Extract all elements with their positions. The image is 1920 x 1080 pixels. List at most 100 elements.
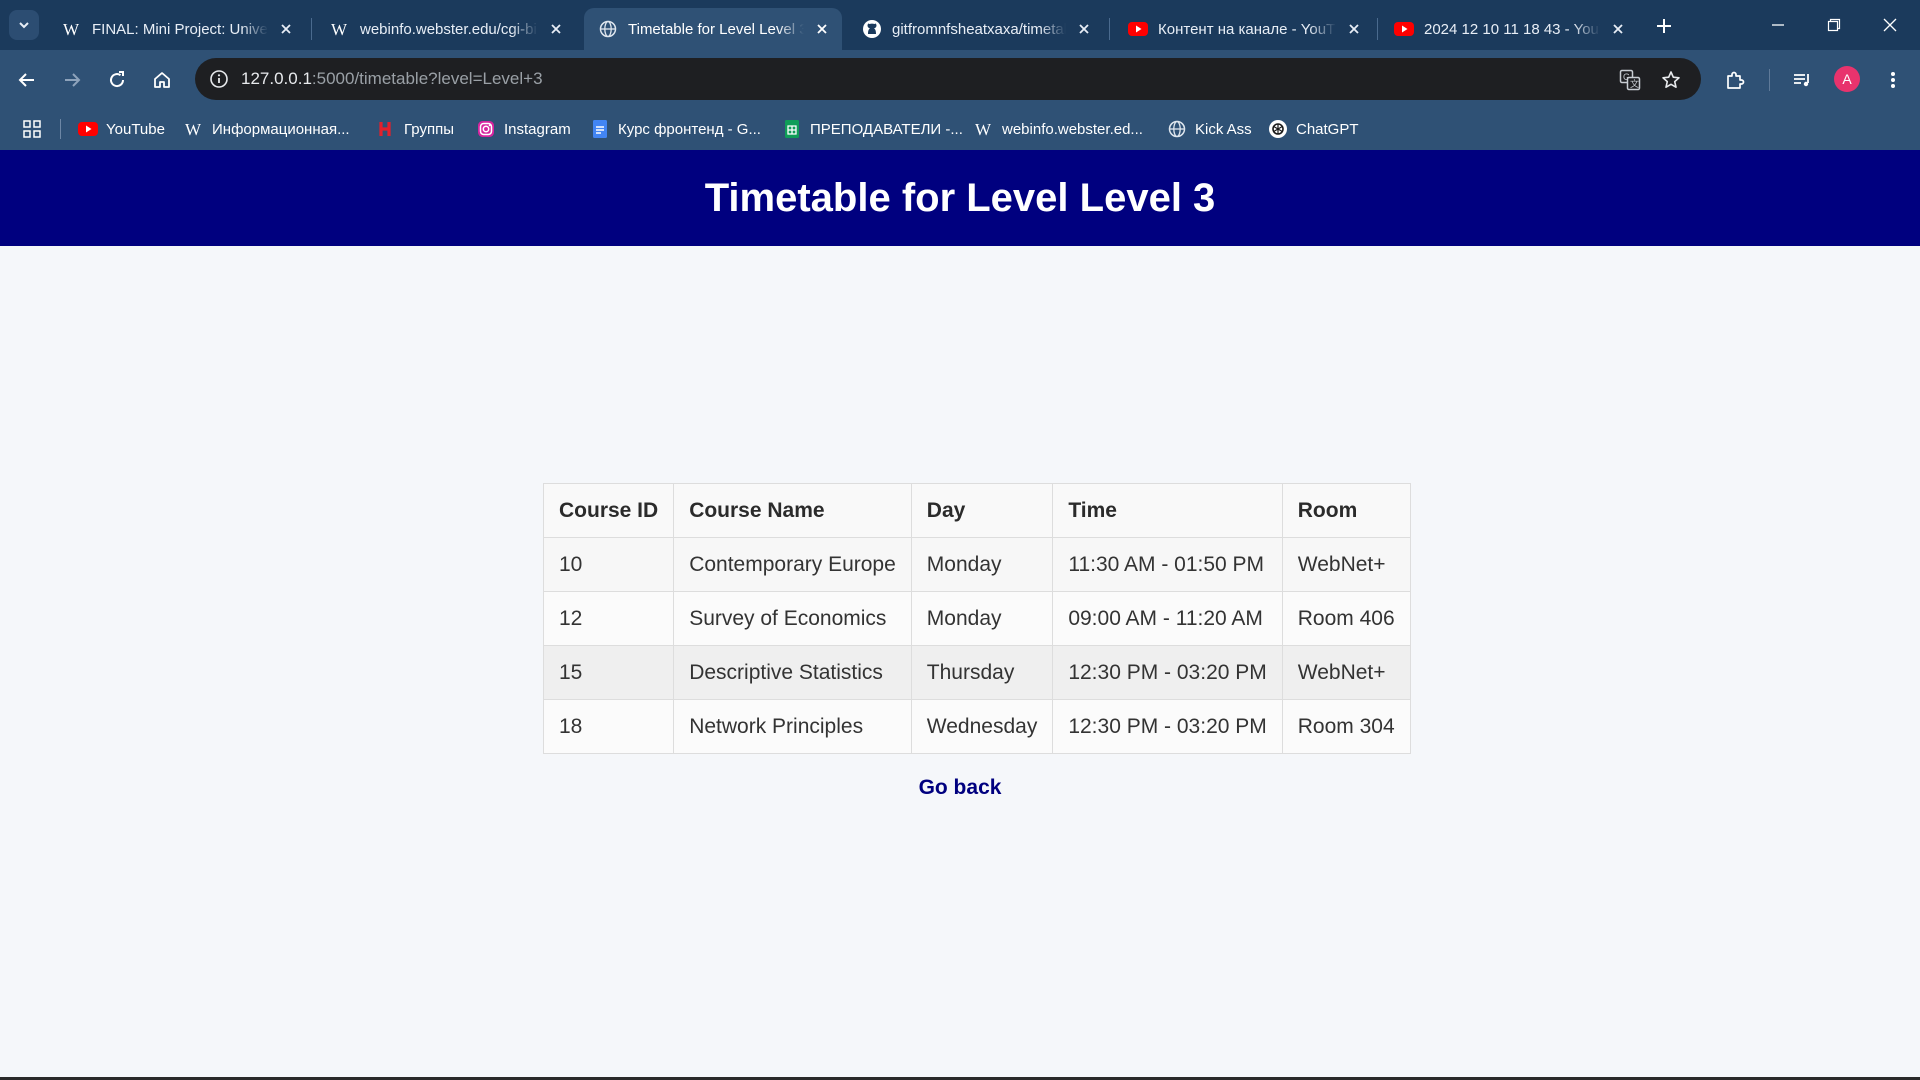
course-id-cell: 15 xyxy=(542,645,675,700)
arrow-left-icon xyxy=(18,73,34,87)
instagram-icon xyxy=(476,119,496,139)
url-text[interactable]: 127.0.0.1:5000/timetable?level=Level+3 xyxy=(241,69,543,89)
room-cell: WebNet+ xyxy=(1281,537,1411,592)
restore-button[interactable] xyxy=(1806,0,1862,50)
bookmark-item[interactable]: ПРЕПОДАВАТЕЛИ -... xyxy=(782,114,963,144)
column-header: Room xyxy=(1281,483,1411,538)
bookmark-label: Instagram xyxy=(504,120,571,138)
tab-title: webinfo.webster.edu/cgi-bin xyxy=(360,20,538,38)
kebab-menu-icon xyxy=(1891,72,1895,88)
extensions-button[interactable] xyxy=(1718,63,1752,97)
page-header: Timetable for Level Level 3 xyxy=(0,150,1920,246)
bookmark-item[interactable]: Группы xyxy=(376,114,454,144)
apps-button[interactable] xyxy=(20,117,44,141)
menu-button[interactable] xyxy=(1876,63,1910,97)
close-window-button[interactable] xyxy=(1862,0,1918,50)
bookmark-item[interactable]: Курс фронтенд - G... xyxy=(590,114,761,144)
bookmark-item[interactable]: Instagram xyxy=(476,114,571,144)
room-cell: Room 406 xyxy=(1281,591,1411,646)
close-icon[interactable] xyxy=(546,19,566,39)
close-icon[interactable] xyxy=(276,19,296,39)
course-name-cell: Network Principles xyxy=(673,699,912,754)
close-icon[interactable] xyxy=(812,19,832,39)
course-id-cell: 12 xyxy=(542,591,675,646)
close-icon xyxy=(1883,18,1897,32)
site-info-button[interactable] xyxy=(203,63,235,95)
toolbar-separator xyxy=(1769,69,1770,91)
tab-item[interactable]: Контент на канале - YouTube xyxy=(1114,8,1374,50)
bookmark-label: Курс фронтенд - G... xyxy=(618,120,761,138)
table-row: 15 Descriptive Statistics Thursday 12:30… xyxy=(542,645,1411,700)
close-icon[interactable] xyxy=(1074,19,1094,39)
minimize-button[interactable] xyxy=(1750,0,1806,50)
close-icon[interactable] xyxy=(1608,19,1628,39)
star-icon xyxy=(1662,71,1680,88)
tab-item[interactable]: 2024 12 10 11 18 43 - YouTube xyxy=(1380,8,1638,50)
bookmark-label: ПРЕПОДАВАТЕЛИ -... xyxy=(810,120,963,138)
wiki-w-icon: W xyxy=(62,19,82,39)
column-header: Course ID xyxy=(542,483,675,538)
tab-item[interactable]: gitfromnfsheatxaxa/timetable xyxy=(848,8,1104,50)
arrow-right-icon xyxy=(65,73,81,87)
room-cell: WebNet+ xyxy=(1281,645,1411,700)
tab-separator xyxy=(1377,18,1378,40)
tab-title: Контент на канале - YouTube xyxy=(1158,20,1336,38)
media-controls-button[interactable] xyxy=(1785,63,1819,97)
bookmark-label: YouTube xyxy=(106,120,165,138)
course-id-cell: 10 xyxy=(542,537,675,592)
go-back-container: Go back xyxy=(0,776,1920,800)
tab-item[interactable]: W webinfo.webster.edu/cgi-bin xyxy=(316,8,576,50)
bookmark-item[interactable]: YouTube xyxy=(78,114,165,144)
bookmark-item[interactable]: ChatGPT xyxy=(1268,114,1359,144)
youtube-icon xyxy=(1128,19,1148,39)
day-cell: Monday xyxy=(910,537,1054,592)
back-button[interactable] xyxy=(10,63,44,97)
timetable-table: Course ID Course Name Day Time Room 10 C… xyxy=(542,483,1411,754)
tab-search-button[interactable] xyxy=(9,10,39,40)
tab-title: FINAL: Mini Project: University xyxy=(92,20,268,38)
close-icon[interactable] xyxy=(1344,19,1364,39)
course-id-cell: 18 xyxy=(542,699,675,754)
bookmark-label: webinfo.webster.ed... xyxy=(1002,120,1143,138)
globe-icon xyxy=(1167,119,1187,139)
address-bar[interactable]: 127.0.0.1:5000/timetable?level=Level+3 G… xyxy=(195,58,1701,100)
minimize-icon xyxy=(1772,24,1784,26)
youtube-icon xyxy=(1394,19,1414,39)
svg-text:W: W xyxy=(331,20,348,39)
bookmark-item[interactable]: W Информационная... xyxy=(184,114,350,144)
home-button[interactable] xyxy=(145,63,179,97)
new-tab-button[interactable] xyxy=(1649,11,1679,41)
bookmarks-separator xyxy=(60,119,61,139)
docs-icon xyxy=(590,119,610,139)
page-title: Timetable for Level Level 3 xyxy=(704,175,1216,220)
forward-button[interactable] xyxy=(55,63,89,97)
profile-avatar[interactable]: A xyxy=(1834,66,1860,92)
plus-icon xyxy=(1657,19,1671,33)
day-cell: Monday xyxy=(910,591,1054,646)
table-row: 12 Survey of Economics Monday 09:00 AM -… xyxy=(542,591,1411,646)
go-back-link[interactable]: Go back xyxy=(919,776,1002,799)
bookmark-item[interactable]: Kick Ass xyxy=(1167,114,1252,144)
bookmark-star-button[interactable] xyxy=(1657,66,1685,94)
table-header-row: Course ID Course Name Day Time Room xyxy=(542,483,1411,538)
sheets-icon xyxy=(782,119,802,139)
svg-text:文: 文 xyxy=(1630,78,1639,89)
chatgpt-icon xyxy=(1268,119,1288,139)
course-name-cell: Survey of Economics xyxy=(673,591,912,646)
wiki-w-icon: W xyxy=(330,19,350,39)
time-cell: 12:30 PM - 03:20 PM xyxy=(1052,699,1283,754)
tab-item-active[interactable]: Timetable for Level Level 3 xyxy=(584,8,842,50)
tab-separator xyxy=(1109,18,1110,40)
tab-item[interactable]: W FINAL: Mini Project: University xyxy=(48,8,306,50)
url-host: 127.0.0.1 xyxy=(241,69,312,88)
course-name-cell: Descriptive Statistics xyxy=(673,645,912,700)
reload-button[interactable] xyxy=(100,63,134,97)
bookmark-item[interactable]: W webinfo.webster.ed... xyxy=(974,114,1143,144)
apps-grid-icon xyxy=(23,120,41,138)
puzzle-icon xyxy=(1727,71,1745,89)
translate-button[interactable]: G文 xyxy=(1616,66,1644,94)
day-cell: Wednesday xyxy=(910,699,1054,754)
bookmark-label: Kick Ass xyxy=(1195,120,1252,138)
column-header: Time xyxy=(1052,483,1283,538)
info-icon xyxy=(210,70,228,88)
